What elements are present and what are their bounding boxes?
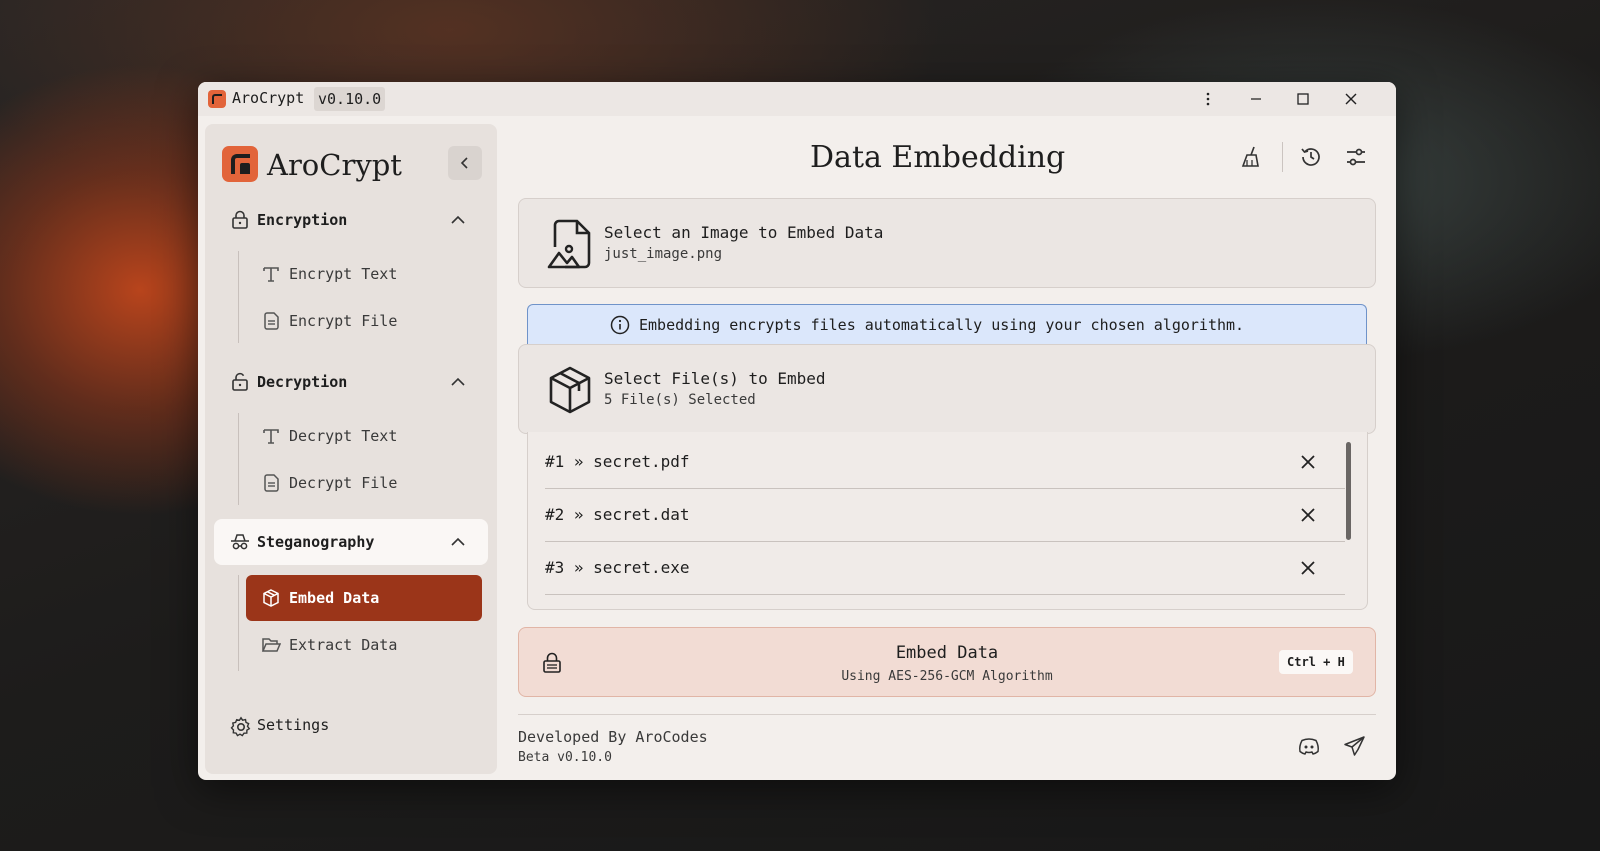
close-icon — [1345, 93, 1357, 105]
nav-label: Decrypt File — [289, 474, 398, 492]
tree-line — [238, 413, 239, 505]
scrollbar-thumb[interactable] — [1346, 442, 1351, 540]
select-files-card[interactable]: Select File(s) to Embed 5 File(s) Select… — [518, 344, 1376, 434]
text-icon — [263, 267, 279, 282]
unlock-icon — [232, 372, 248, 391]
file-icon — [264, 312, 279, 330]
chevron-left-icon — [460, 157, 468, 169]
file-name: #3 » secret.exe — [545, 558, 690, 577]
gear-icon — [230, 716, 251, 737]
lock-icon — [232, 210, 248, 229]
nav-label: Extract Data — [289, 636, 398, 654]
history-icon — [1301, 148, 1320, 166]
sliders-icon — [1347, 148, 1365, 166]
telegram-icon[interactable] — [1343, 734, 1367, 758]
nav-extract-data[interactable]: Extract Data — [246, 622, 482, 668]
embed-button-subtitle: Using AES-256-GCM Algorithm — [841, 669, 1053, 684]
footer-version: Beta v0.10.0 — [518, 750, 612, 765]
nav-label: Decrypt Text — [289, 427, 398, 445]
broom-icon — [1241, 146, 1259, 167]
brand-name: AroCrypt — [267, 148, 402, 182]
file-icon — [264, 474, 279, 492]
clear-button[interactable] — [1237, 142, 1267, 172]
chevron-up-icon — [451, 377, 465, 386]
info-icon — [610, 315, 630, 335]
package-icon — [263, 589, 279, 607]
kebab-menu-icon — [1206, 92, 1210, 106]
info-text: Embedding encrypts files automatically u… — [639, 316, 1245, 334]
section-label: Encryption — [257, 211, 348, 229]
app-logo-icon — [208, 90, 226, 108]
collapse-sidebar-button[interactable] — [448, 146, 482, 180]
section-encryption[interactable]: Encryption — [214, 197, 488, 243]
file-row: #2 » secret.dat — [545, 489, 1345, 542]
selected-files-count: 5 File(s) Selected — [604, 392, 756, 408]
minimize-button[interactable] — [1233, 82, 1279, 116]
more-options-button[interactable] — [1185, 82, 1231, 116]
file-list[interactable]: #1 » secret.pdf #2 » secret.dat #3 » sec… — [527, 432, 1368, 610]
close-window-button[interactable] — [1328, 82, 1374, 116]
card-title: Select File(s) to Embed — [604, 369, 826, 388]
nav-decrypt-text[interactable]: Decrypt Text — [246, 413, 482, 459]
page-title: Data Embedding — [810, 140, 1066, 175]
nav-encrypt-text[interactable]: Encrypt Text — [246, 251, 482, 297]
footer-developer: Developed By AroCodes — [518, 728, 708, 746]
preferences-button[interactable] — [1341, 142, 1371, 172]
window-title: AroCrypt — [232, 89, 305, 107]
sidebar: AroCrypt Encryption Encrypt Text Encrypt… — [205, 124, 497, 774]
text-icon — [263, 429, 279, 444]
section-decryption[interactable]: Decryption — [214, 359, 488, 405]
file-name: #2 » secret.dat — [545, 505, 690, 524]
remove-file-icon[interactable] — [1298, 558, 1318, 578]
nav-label: Encrypt Text — [289, 265, 398, 283]
card-title: Select an Image to Embed Data — [604, 223, 884, 242]
brand-logo-icon — [222, 146, 258, 182]
folder-open-icon — [261, 638, 281, 652]
nav-decrypt-file[interactable]: Decrypt File — [246, 460, 482, 506]
tree-line — [238, 575, 239, 671]
nav-label: Encrypt File — [289, 312, 398, 330]
info-banner: Embedding encrypts files automatically u… — [527, 304, 1367, 346]
file-name: #1 » secret.pdf — [545, 452, 690, 471]
header-divider — [1282, 142, 1283, 172]
nav-label: Embed Data — [289, 589, 380, 607]
nav-embed-data[interactable]: Embed Data — [246, 575, 482, 621]
history-button[interactable] — [1296, 142, 1326, 172]
package-icon — [549, 366, 591, 414]
section-steganography[interactable]: Steganography — [214, 519, 488, 565]
chevron-up-icon — [451, 537, 465, 546]
app-window: AroCrypt v0.10.0 AroCrypt Encryption Enc… — [198, 82, 1396, 780]
spy-icon — [231, 534, 249, 550]
version-badge: v0.10.0 — [314, 87, 386, 111]
settings-label: Settings — [257, 716, 330, 734]
nav-encrypt-file[interactable]: Encrypt File — [246, 298, 482, 344]
minimize-icon — [1251, 98, 1261, 100]
file-row: #3 » secret.exe — [545, 542, 1345, 595]
section-label: Decryption — [257, 373, 348, 391]
maximize-icon — [1297, 93, 1309, 105]
footer-divider — [518, 714, 1376, 715]
remove-file-icon[interactable] — [1298, 505, 1318, 525]
select-image-card[interactable]: Select an Image to Embed Data just_image… — [518, 198, 1376, 288]
file-row: #1 » secret.pdf — [545, 436, 1345, 489]
image-file-icon — [547, 219, 591, 269]
shortcut-badge: Ctrl + H — [1279, 650, 1353, 674]
chevron-up-icon — [451, 215, 465, 224]
remove-file-icon[interactable] — [1298, 452, 1318, 472]
selected-image-name: just_image.png — [604, 246, 723, 262]
tree-line — [238, 251, 239, 343]
title-bar[interactable]: AroCrypt v0.10.0 — [198, 82, 1396, 116]
section-label: Steganography — [257, 533, 375, 551]
nav-settings[interactable]: Settings — [222, 713, 422, 743]
embed-button-label: Embed Data — [895, 643, 999, 663]
maximize-button[interactable] — [1280, 82, 1326, 116]
discord-icon[interactable] — [1297, 734, 1321, 758]
embed-data-button[interactable]: Embed Data Using AES-256-GCM Algorithm C… — [518, 627, 1376, 697]
